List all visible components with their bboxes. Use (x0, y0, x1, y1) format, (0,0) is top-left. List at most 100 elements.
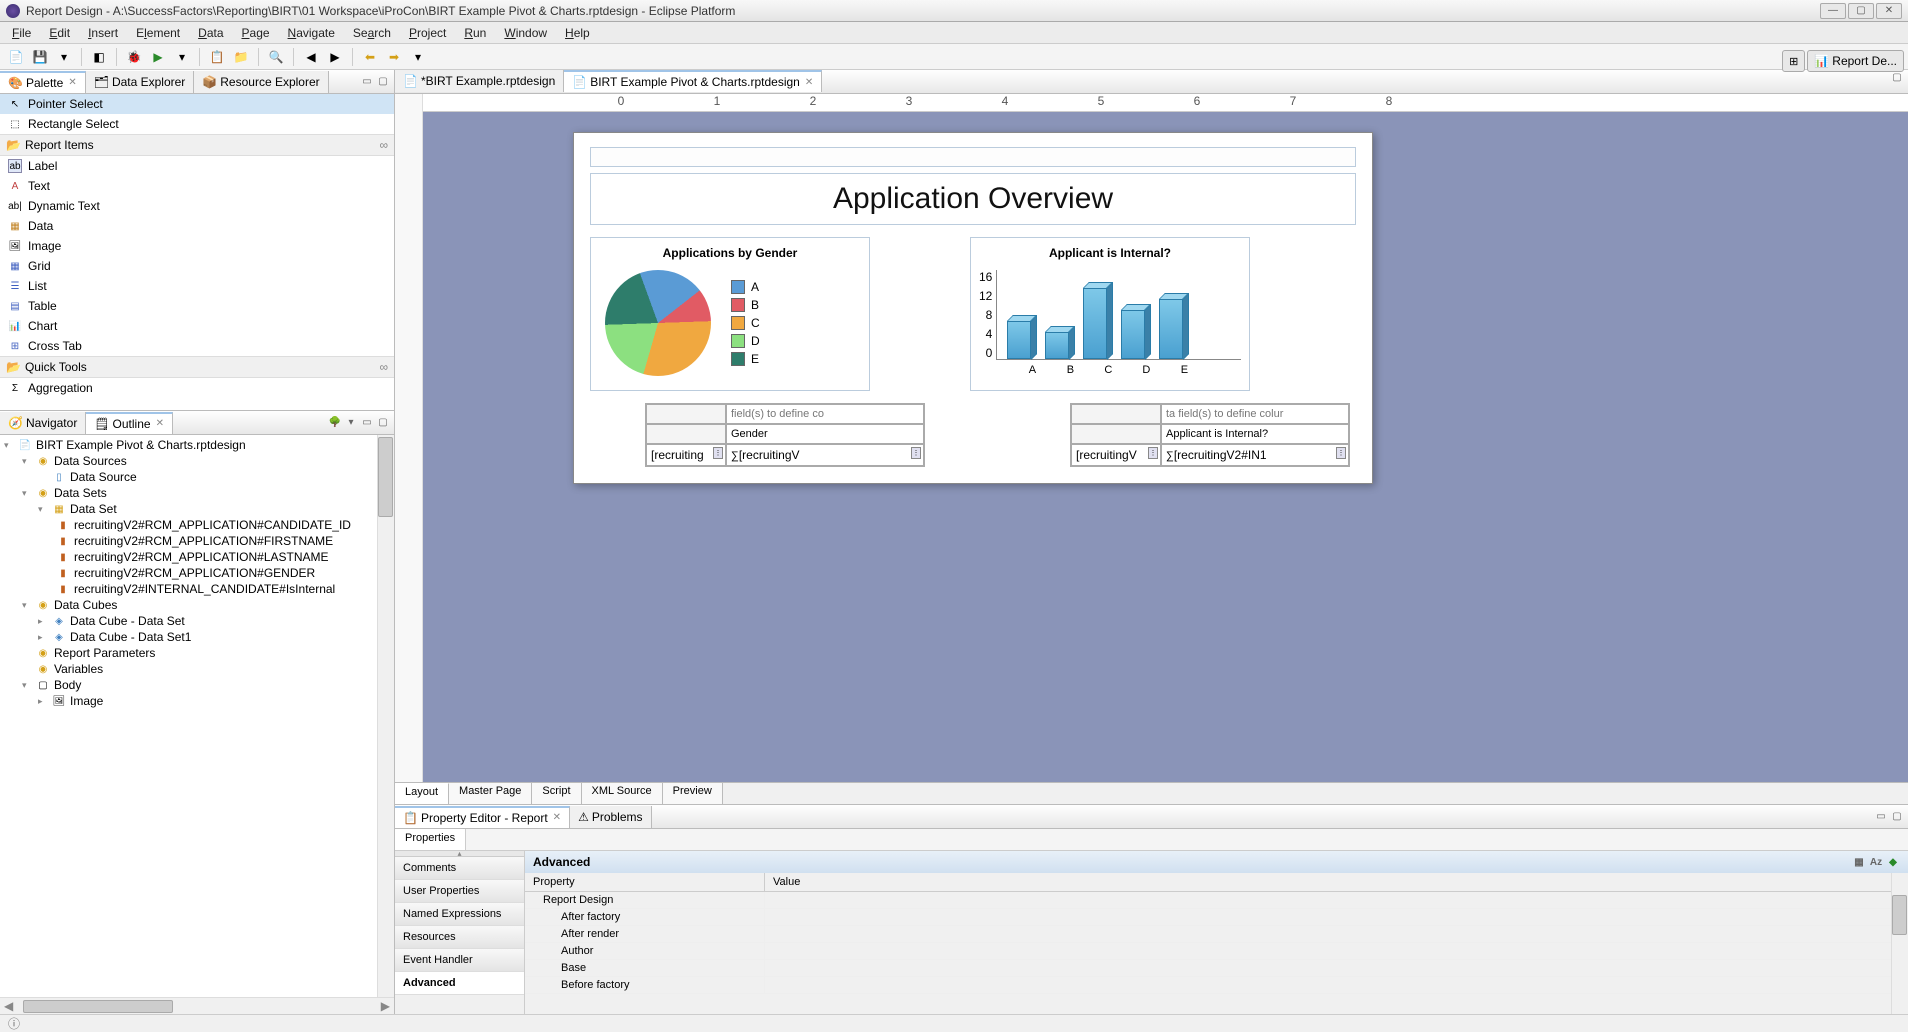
maximize-view-icon[interactable]: ▢ (376, 416, 390, 430)
col-value[interactable]: Value (765, 873, 1908, 891)
maximize-view-icon[interactable]: ▢ (1890, 810, 1904, 824)
close-button[interactable]: ✕ (1876, 3, 1902, 19)
close-icon[interactable]: ✕ (553, 812, 561, 823)
menu-project[interactable]: Project (401, 24, 454, 42)
run-dropdown[interactable]: ▾ (172, 47, 192, 67)
property-row[interactable]: Before factory (525, 977, 1908, 994)
tree-node[interactable]: ▮recruitingV2#RCM_APPLICATION#GENDER (0, 565, 394, 581)
rectangle-select-tool[interactable]: ⬚ Rectangle Select (0, 114, 394, 134)
close-icon[interactable]: ✕ (156, 418, 164, 429)
collapse-icon[interactable]: ∞ (379, 138, 388, 152)
crosstab-gender[interactable]: field(s) to define co Gender [recruiting… (645, 403, 925, 467)
property-row[interactable]: Base (525, 960, 1908, 977)
preview-tab[interactable]: Preview (663, 783, 723, 804)
field-handle-icon[interactable]: ⋮ (1148, 447, 1158, 459)
tree-node[interactable]: ▮recruitingV2#RCM_APPLICATION#CANDIDATE_… (0, 517, 394, 533)
xml-source-tab[interactable]: XML Source (582, 783, 663, 804)
tree-node[interactable]: ◉Report Parameters (0, 645, 394, 661)
close-icon[interactable]: ✕ (68, 77, 76, 88)
text-item[interactable]: AText (0, 176, 394, 196)
tree-node[interactable]: ▮recruitingV2#RCM_APPLICATION#LASTNAME (0, 549, 394, 565)
open-perspective-button[interactable]: ⊞ (1782, 50, 1805, 72)
next-annotation-button[interactable]: ▶ (325, 47, 345, 67)
menu-search[interactable]: Search (345, 24, 399, 42)
scroll-left-icon[interactable]: ◀ (0, 999, 17, 1013)
menu-insert[interactable]: Insert (80, 24, 126, 42)
property-row[interactable]: After render (525, 926, 1908, 943)
scrollbar-thumb[interactable] (1892, 895, 1907, 935)
run-button[interactable]: ▶ (148, 47, 168, 67)
category-resources[interactable]: Resources (395, 926, 524, 949)
script-tab[interactable]: Script (532, 783, 581, 804)
report-items-section[interactable]: 📂 Report Items ∞ (0, 134, 394, 156)
scrollbar-vertical[interactable] (1891, 873, 1908, 1014)
report-design-perspective[interactable]: 📊 Report De... (1807, 50, 1904, 72)
crosstab-internal[interactable]: ta field(s) to define colur Applicant is… (1070, 403, 1350, 467)
prev-annotation-button[interactable]: ◀ (301, 47, 321, 67)
menu-page[interactable]: Page (234, 24, 278, 42)
minimize-view-icon[interactable]: ▭ (360, 75, 374, 89)
new-report-button[interactable]: 📋 (207, 47, 227, 67)
toggle-breadcrumb-button[interactable]: ◧ (89, 47, 109, 67)
category-advanced[interactable]: Advanced (395, 972, 524, 995)
tree-node[interactable]: ▾▦Data Set (0, 501, 394, 517)
menu-navigate[interactable]: Navigate (280, 24, 343, 42)
close-icon[interactable]: ✕ (805, 77, 813, 88)
toolbar-dropdown[interactable]: ▾ (54, 47, 74, 67)
menu-run[interactable]: Run (456, 24, 494, 42)
back-button[interactable]: ⬅ (360, 47, 380, 67)
list-item-tool[interactable]: ☰List (0, 276, 394, 296)
outline-tree[interactable]: ▾📄BIRT Example Pivot & Charts.rptdesign … (0, 435, 394, 997)
scrollbar-horizontal[interactable]: ◀ ▶ (0, 997, 394, 1014)
tab-data-explorer[interactable]: 🗂 Data Explorer (86, 71, 195, 93)
aggregation-item[interactable]: ΣAggregation (0, 378, 394, 398)
view-menu-icon[interactable]: ▾ (344, 416, 358, 430)
tab-resource-explorer[interactable]: 📦 Resource Explorer (194, 71, 328, 93)
quick-tools-section[interactable]: 📂 Quick Tools ∞ (0, 356, 394, 378)
category-user-properties[interactable]: User Properties (395, 880, 524, 903)
tree-view-icon[interactable]: 🌳 (328, 416, 342, 430)
hide-local-icon[interactable]: ◆ (1886, 855, 1900, 869)
collapse-icon[interactable]: ∞ (379, 360, 388, 374)
tab-problems[interactable]: ⚠ Problems (570, 806, 651, 828)
layout-tab[interactable]: Layout (395, 783, 449, 804)
tab-palette[interactable]: 🎨 Palette ✕ (0, 71, 86, 93)
new-folder-button[interactable]: 📁 (231, 47, 251, 67)
tab-navigator[interactable]: 🧭 Navigator (0, 412, 86, 434)
tree-node[interactable]: ▾◉Data Sources (0, 453, 394, 469)
editor-tab[interactable]: 📄 *BIRT Example.rptdesign (395, 70, 564, 92)
data-item[interactable]: ▦Data (0, 216, 394, 236)
menu-element[interactable]: Element (128, 24, 188, 42)
table-item[interactable]: ▤Table (0, 296, 394, 316)
master-page-tab[interactable]: Master Page (449, 783, 532, 804)
menu-edit[interactable]: Edit (41, 24, 78, 42)
chart-item[interactable]: 📊Chart (0, 316, 394, 336)
tree-node[interactable]: ▾▢Body (0, 677, 394, 693)
tree-node[interactable]: ▾◉Data Cubes (0, 597, 394, 613)
menu-data[interactable]: Data (190, 24, 231, 42)
tree-node[interactable]: ▸◈Data Cube - Data Set1 (0, 629, 394, 645)
maximize-button[interactable]: ▢ (1848, 3, 1874, 19)
minimize-button[interactable]: — (1820, 3, 1846, 19)
menu-file[interactable]: File (4, 24, 39, 42)
report-title-box[interactable]: Application Overview (590, 173, 1356, 225)
design-canvas[interactable]: Application Overview Applications by Gen… (423, 112, 1908, 782)
tree-node[interactable]: ▸🖼Image (0, 693, 394, 709)
property-row[interactable]: Report Design (525, 892, 1908, 909)
report-page[interactable]: Application Overview Applications by Gen… (573, 132, 1373, 484)
scroll-right-icon[interactable]: ▶ (377, 999, 394, 1013)
maximize-view-icon[interactable]: ▢ (376, 75, 390, 89)
grid-item[interactable]: ▦Grid (0, 256, 394, 276)
tab-property-editor[interactable]: 📋 Property Editor - Report ✕ (395, 806, 570, 828)
new-button[interactable]: 📄 (6, 47, 26, 67)
col-property[interactable]: Property (525, 873, 765, 891)
maximize-editor-icon[interactable]: ▢ (1890, 70, 1904, 84)
tab-outline[interactable]: 🗒 Outline ✕ (86, 412, 173, 434)
pie-chart-panel[interactable]: Applications by Gender ABCDE (590, 237, 870, 391)
forward-button[interactable]: ➡ (384, 47, 404, 67)
category-comments[interactable]: Comments (395, 857, 524, 880)
local-properties-icon[interactable]: ▦ (1852, 855, 1866, 869)
save-button[interactable]: 💾 (30, 47, 50, 67)
tree-node[interactable]: ▯Data Source (0, 469, 394, 485)
property-row[interactable]: After factory (525, 909, 1908, 926)
